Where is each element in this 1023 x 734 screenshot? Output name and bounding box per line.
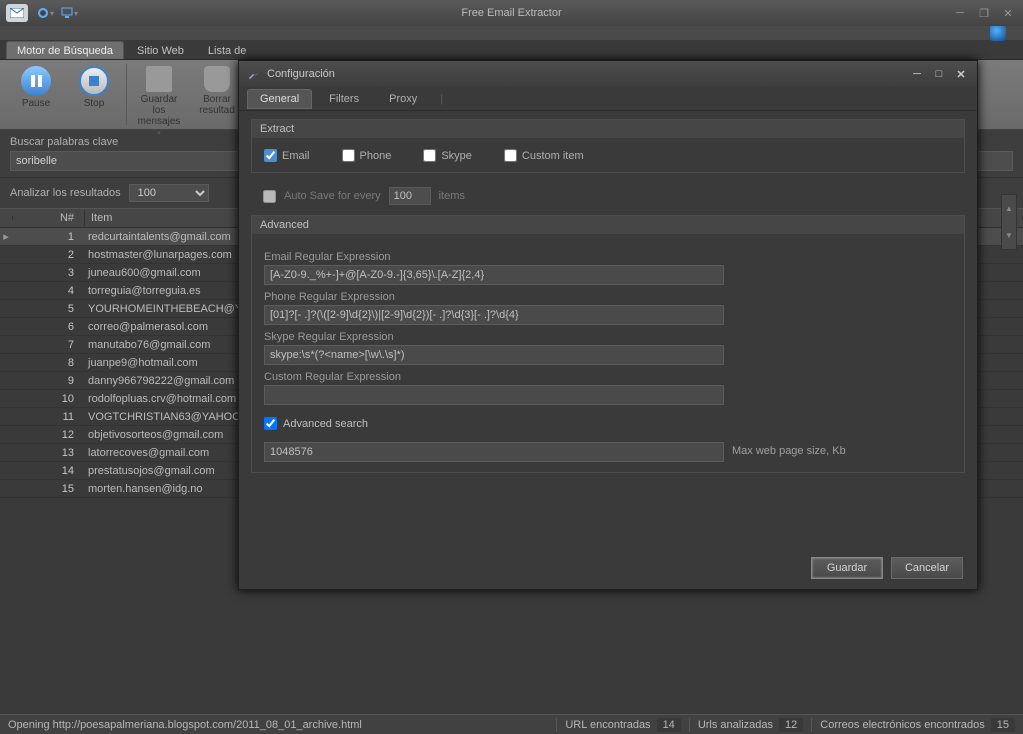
close-icon[interactable]: ✕ (999, 6, 1017, 20)
app-title: Free Email Extractor (461, 7, 561, 19)
stop-icon (79, 66, 109, 96)
stop-button[interactable]: Stop (70, 66, 118, 109)
titlebar: ▾ ▾ Free Email Extractor ─ ❐ ✕ (0, 0, 1023, 26)
skype-regex-input[interactable] (264, 345, 724, 365)
status-emails-label: Correos electrónicos encontrados (820, 719, 984, 731)
dialog-tab-filters[interactable]: Filters (316, 89, 372, 109)
status-emails: 15 (991, 718, 1015, 732)
statusbar: Opening http://poesapalmeriana.blogspot.… (0, 714, 1023, 734)
dialog-tabs: General Filters Proxy | (239, 87, 977, 111)
ribbon-accent-row (0, 26, 1023, 40)
cancel-button[interactable]: Cancelar (891, 557, 963, 579)
dialog-close-icon[interactable]: ✕ (953, 67, 969, 81)
custom-regex-label: Custom Regular Expression (264, 371, 952, 383)
phone-regex-label: Phone Regular Expression (264, 291, 952, 303)
autosave-row: Auto Save for every items (251, 183, 965, 215)
col-n[interactable]: N# (13, 210, 85, 226)
minimize-icon[interactable]: ─ (951, 6, 969, 20)
dialog-title: Configuración (267, 68, 335, 80)
tab-sitio-web[interactable]: Sitio Web (126, 41, 195, 59)
config-dialog: Configuración ─ □ ✕ General Filters Prox… (238, 60, 978, 590)
phone-regex-input[interactable] (264, 305, 724, 325)
dialog-tab-general[interactable]: General (247, 89, 312, 109)
maximize-icon[interactable]: ❐ (975, 6, 993, 20)
max-pagesize-input[interactable] (264, 442, 724, 462)
dialog-minimize-icon[interactable]: ─ (909, 67, 925, 81)
email-regex-input[interactable] (264, 265, 724, 285)
tab-motor-busqueda[interactable]: Motor de Búsqueda (6, 41, 124, 59)
extract-phone-checkbox[interactable]: Phone (342, 149, 392, 162)
save-icon (146, 66, 172, 92)
custom-regex-input[interactable] (264, 385, 724, 405)
borrar-resultados-button[interactable]: Borrar resultad (193, 66, 241, 137)
extract-skype-checkbox[interactable]: Skype (423, 149, 472, 162)
skype-regex-label: Skype Regular Expression (264, 331, 952, 343)
search-scroller[interactable]: ▲ ▼ (1001, 194, 1017, 250)
scroll-up-icon[interactable]: ▲ (1002, 195, 1016, 222)
extract-custom-checkbox[interactable]: Custom item (504, 149, 584, 162)
analyze-select[interactable]: 100 (129, 184, 209, 202)
advanced-title: Advanced (252, 216, 964, 235)
status-url-found-label: URL encontradas (565, 719, 650, 731)
analyze-label: Analizar los resultados (10, 187, 121, 199)
save-button[interactable]: Guardar (811, 557, 883, 579)
extract-fieldset: Extract Email Phone Skype Custom item (251, 119, 965, 173)
autosave-value[interactable] (389, 187, 431, 205)
main-tabstrip: Motor de Búsqueda Sitio Web Lista de (0, 40, 1023, 60)
dialog-maximize-icon[interactable]: □ (931, 67, 947, 81)
app-icon[interactable] (6, 4, 28, 22)
extract-title: Extract (252, 120, 964, 139)
scroll-down-icon[interactable]: ▼ (1002, 222, 1016, 249)
status-opening: Opening http://poesapalmeriana.blogspot.… (8, 719, 362, 731)
tab-lista-de[interactable]: Lista de (197, 41, 258, 59)
monitor-icon[interactable] (60, 6, 74, 20)
dialog-tab-proxy[interactable]: Proxy (376, 89, 430, 109)
status-url-found: 14 (657, 718, 681, 732)
advanced-search-checkbox[interactable]: Advanced search (264, 417, 952, 430)
pause-button[interactable]: Pause (12, 66, 60, 109)
help-gem-icon[interactable] (990, 25, 1006, 41)
extract-email-checkbox[interactable]: Email (264, 149, 310, 162)
dialog-titlebar[interactable]: Configuración ─ □ ✕ (239, 61, 977, 87)
wrench-icon (247, 67, 261, 81)
gear-icon[interactable] (36, 6, 50, 20)
status-url-analyzed-label: Urls analizadas (698, 719, 773, 731)
pause-icon (21, 66, 51, 96)
autosave-checkbox (263, 190, 276, 203)
email-regex-label: Email Regular Expression (264, 251, 952, 263)
status-url-analyzed: 12 (779, 718, 803, 732)
advanced-fieldset: Advanced Email Regular Expression Phone … (251, 215, 965, 473)
trash-icon (204, 66, 230, 92)
guardar-mensajes-button[interactable]: Guardar los mensajes ▾ (135, 66, 183, 137)
max-pagesize-label: Max web page size, Kb (732, 445, 846, 457)
